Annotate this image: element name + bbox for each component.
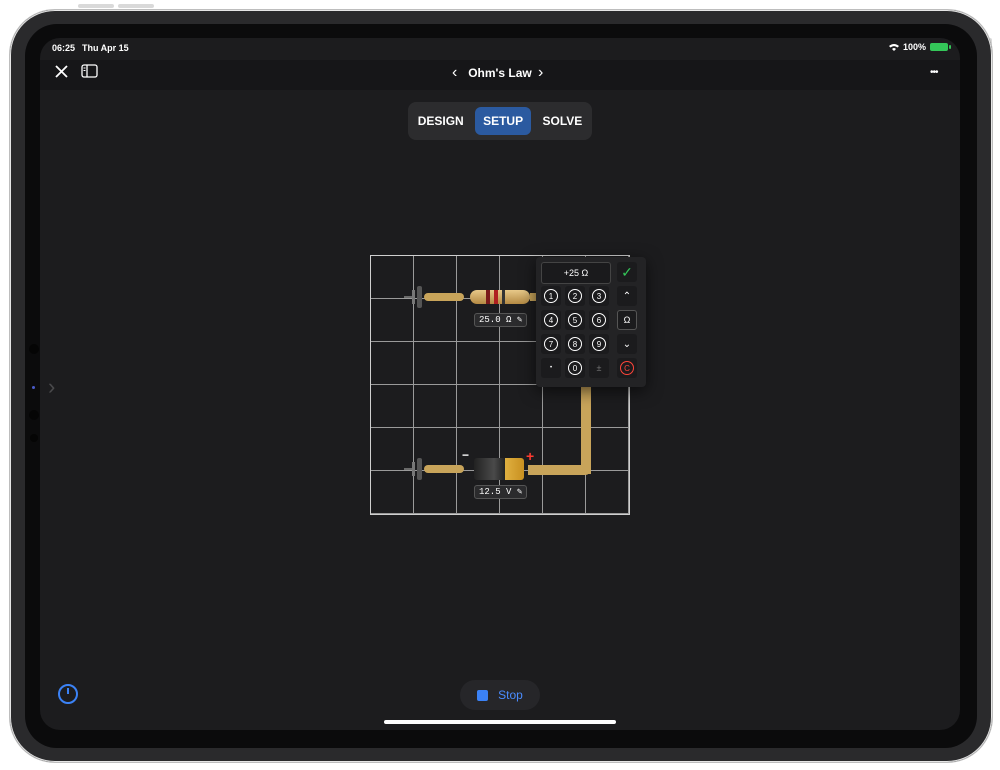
key-3[interactable]: 3 xyxy=(589,286,609,306)
key-8[interactable]: 8 xyxy=(565,334,585,354)
stop-button[interactable]: Stop xyxy=(460,680,540,710)
key-plus-minus[interactable]: ± xyxy=(589,358,609,378)
key-4[interactable]: 4 xyxy=(541,310,561,330)
page-title: Ohm's Law xyxy=(468,66,532,80)
tab-setup[interactable]: SETUP xyxy=(475,107,532,135)
clear-button[interactable]: C xyxy=(617,358,637,378)
resistor[interactable] xyxy=(470,290,530,304)
battery-minus-sign: − xyxy=(462,448,470,462)
edit-pencil-icon: ✎ xyxy=(516,487,523,497)
key-5[interactable]: 5 xyxy=(565,310,585,330)
chevron-up-icon[interactable]: ⌃ xyxy=(617,286,637,306)
key-0[interactable]: 0 xyxy=(565,358,585,378)
gauge-icon[interactable] xyxy=(58,684,78,704)
key-1-label: 1 xyxy=(544,289,558,303)
key-6[interactable]: 6 xyxy=(589,310,609,330)
key-4-label: 4 xyxy=(544,313,558,327)
battery-component[interactable] xyxy=(474,458,524,480)
battery-icon xyxy=(930,43,951,51)
camera-dots xyxy=(29,344,39,454)
wire-top-left xyxy=(424,293,464,301)
stop-label: Stop xyxy=(498,688,523,702)
wire-bottom-left xyxy=(424,465,464,473)
resistor-value: 25.0 Ω xyxy=(479,315,512,325)
key-7[interactable]: 7 xyxy=(541,334,561,354)
unit-button[interactable]: Ω xyxy=(617,310,637,330)
key-9-label: 9 xyxy=(592,337,606,351)
key-5-label: 5 xyxy=(568,313,582,327)
status-time: 06:25 xyxy=(52,43,76,53)
tab-design[interactable]: DESIGN xyxy=(410,107,472,135)
edit-pencil-icon: ✎ xyxy=(516,315,523,325)
key-decimal[interactable]: • xyxy=(541,358,561,378)
wifi-icon xyxy=(888,44,899,51)
mode-segmented-control: DESIGN SETUP SOLVE xyxy=(408,102,592,140)
keypad-display: +25 Ω xyxy=(541,262,611,284)
status-right: 100% xyxy=(888,42,951,52)
battery-value-label[interactable]: 12.5 V ✎ xyxy=(474,485,528,499)
key-8-label: 8 xyxy=(568,337,582,351)
confirm-button[interactable]: ✓ xyxy=(617,262,637,282)
device-top-button-2 xyxy=(118,4,154,8)
left-edge-chevron-icon[interactable]: › xyxy=(48,374,55,400)
key-7-label: 7 xyxy=(544,337,558,351)
clear-icon: C xyxy=(620,361,634,375)
key-2[interactable]: 2 xyxy=(565,286,585,306)
app-screen: 06:25 Thu Apr 15 100% ‹ Ohm's Law › ••• … xyxy=(40,38,960,730)
device-top-button xyxy=(78,4,114,8)
wire-bottom-right xyxy=(528,465,591,475)
home-indicator[interactable] xyxy=(384,720,616,724)
key-2-label: 2 xyxy=(568,289,582,303)
key-3-label: 3 xyxy=(592,289,606,303)
key-1[interactable]: 1 xyxy=(541,286,561,306)
resistor-value-label[interactable]: 25.0 Ω ✎ xyxy=(474,313,528,327)
key-6-label: 6 xyxy=(592,313,606,327)
key-0-label: 0 xyxy=(568,361,582,375)
status-bar: 06:25 Thu Apr 15 100% xyxy=(40,38,960,60)
stop-square-icon xyxy=(477,689,489,701)
battery-plus-sign: + xyxy=(526,448,535,464)
battery-percent: 100% xyxy=(902,42,926,52)
value-keypad: +25 Ω ✓ 1 2 3 ⌃ 4 5 6 Ω 7 8 9 ⌄ • 0 ± C xyxy=(536,257,646,387)
status-date: Thu Apr 15 xyxy=(82,43,129,53)
key-9[interactable]: 9 xyxy=(589,334,609,354)
wire-right-vertical xyxy=(581,384,591,474)
more-icon[interactable]: ••• xyxy=(930,67,938,78)
next-chevron-icon[interactable]: › xyxy=(538,64,543,82)
battery-value: 12.5 V xyxy=(479,487,512,497)
chevron-down-icon[interactable]: ⌄ xyxy=(617,334,637,354)
tab-solve[interactable]: SOLVE xyxy=(535,107,591,135)
